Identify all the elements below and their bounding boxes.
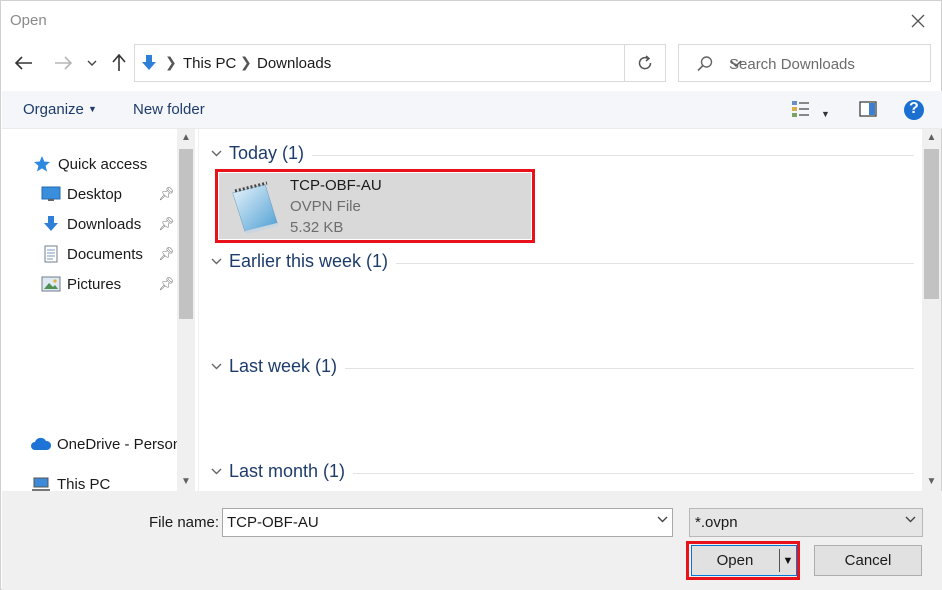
preview-pane-icon: [859, 101, 877, 117]
nav-label: Desktop: [67, 185, 123, 203]
window-title: Open: [10, 12, 47, 29]
group-header-last-month[interactable]: Last month (1): [209, 461, 914, 485]
change-view-button[interactable]: [791, 99, 811, 123]
close-button[interactable]: [903, 7, 933, 35]
search-input[interactable]: [729, 53, 924, 75]
chevron-down-icon[interactable]: [657, 514, 668, 526]
scroll-up-icon[interactable]: ▲: [922, 129, 941, 146]
nav-label: This PC: [57, 475, 111, 492]
new-folder-button[interactable]: New folder: [133, 101, 205, 118]
scroll-down-icon[interactable]: ▼: [922, 473, 941, 490]
download-arrow-icon: [40, 214, 62, 234]
command-bar: Organize ▼ New folder ▼ ?: [2, 91, 942, 129]
help-button[interactable]: ?: [903, 99, 925, 125]
group-header-last-week[interactable]: Last week (1): [209, 356, 914, 380]
open-button-highlight-annotation: [686, 541, 800, 580]
desktop-icon: [40, 184, 62, 204]
nav-scrollbar[interactable]: ▲ ▼: [177, 129, 195, 491]
group-divider: [229, 155, 914, 156]
close-icon: [911, 14, 925, 28]
nav-pictures[interactable]: Pictures: [40, 271, 121, 297]
scrollbar-thumb[interactable]: [924, 149, 939, 299]
address-bar[interactable]: ❯ This PC ❯ Downloads: [134, 44, 742, 82]
pin-icon: 📌︎: [158, 246, 175, 261]
breadcrumb-separator-icon: ❯: [240, 54, 252, 70]
chevron-down-icon: [905, 514, 916, 526]
chevron-down-icon: [209, 146, 223, 160]
scrollbar-thumb[interactable]: [179, 149, 193, 319]
pin-icon: 📌︎: [158, 186, 175, 201]
nav-downloads[interactable]: Downloads: [40, 211, 141, 237]
arrow-left-icon: [15, 56, 32, 70]
view-details-icon: [792, 101, 809, 117]
nav-quick-access[interactable]: Quick access: [31, 151, 147, 177]
nav-label: Pictures: [67, 275, 122, 293]
group-label: Today (1): [229, 143, 313, 164]
forward-button[interactable]: [50, 49, 76, 77]
breadcrumb-downloads[interactable]: Downloads: [257, 55, 331, 72]
content-scrollbar[interactable]: ▲ ▼: [922, 129, 941, 491]
chevron-down-icon: [209, 254, 223, 268]
refresh-button[interactable]: [624, 44, 666, 82]
nav-onedrive[interactable]: OneDrive - Person: [30, 431, 181, 457]
chevron-down-icon: [209, 359, 223, 373]
breadcrumb-separator-icon: ❯: [165, 54, 177, 70]
file-highlight-annotation: [215, 169, 535, 243]
nav-label: Downloads: [67, 215, 142, 233]
group-header-today[interactable]: Today (1): [209, 143, 914, 167]
pictures-icon: [40, 274, 62, 294]
organize-label: Organize: [23, 101, 84, 118]
organize-button[interactable]: Organize ▼: [23, 101, 97, 118]
scroll-down-icon[interactable]: ▼: [177, 473, 195, 490]
navigation-pane: Quick access Desktop 📌︎ Downloads 📌︎ Doc…: [2, 129, 197, 491]
nav-documents[interactable]: Documents: [40, 241, 143, 267]
nav-desktop[interactable]: Desktop: [40, 181, 122, 207]
bottom-panel: File name: *.ovpn Open ▼ Cancel: [2, 491, 942, 590]
back-button[interactable]: [11, 49, 37, 77]
refresh-icon: [638, 55, 652, 70]
search-box[interactable]: [678, 44, 931, 82]
recent-locations-button[interactable]: [81, 49, 103, 77]
document-icon: [40, 244, 62, 264]
file-type-filter-value: *.ovpn: [695, 514, 738, 531]
file-name-combobox[interactable]: [222, 508, 673, 537]
open-file-dialog: Open ❯ This PC ❯ Downloads Search Downlo…: [0, 0, 942, 590]
download-arrow-icon: [140, 54, 158, 76]
cloud-icon: [30, 434, 52, 454]
group-header-earlier-this-week[interactable]: Earlier this week (1): [209, 251, 914, 275]
title-bar: Open: [1, 1, 941, 41]
file-name-input[interactable]: [227, 512, 647, 533]
caret-down-icon: ▼: [88, 104, 97, 114]
pin-icon: 📌︎: [158, 276, 175, 291]
up-button[interactable]: [106, 49, 132, 77]
group-label: Last month (1): [229, 461, 354, 482]
arrow-right-icon: [55, 56, 72, 70]
caret-down-icon: ▼: [821, 109, 830, 119]
computer-icon: [30, 474, 52, 491]
breadcrumb-this-pc[interactable]: This PC: [183, 55, 236, 72]
arrow-up-icon: [112, 54, 126, 71]
view-options-dropdown[interactable]: ▼: [821, 104, 830, 121]
file-type-filter-select[interactable]: *.ovpn: [689, 508, 923, 537]
scroll-up-icon[interactable]: ▲: [177, 129, 195, 146]
chevron-down-icon: [87, 60, 97, 66]
help-label: ?: [909, 100, 919, 117]
chevron-down-icon: [209, 464, 223, 478]
nav-this-pc[interactable]: This PC: [30, 471, 110, 491]
file-name-label: File name:: [149, 514, 220, 531]
group-label: Earlier this week (1): [229, 251, 397, 272]
preview-pane-button[interactable]: [859, 101, 877, 121]
cancel-button[interactable]: Cancel: [814, 545, 922, 576]
nav-label: OneDrive - Person: [57, 435, 182, 453]
nav-label: Quick access: [58, 155, 148, 173]
nav-label: Documents: [67, 245, 143, 263]
pin-icon: 📌︎: [158, 216, 175, 231]
star-icon: [31, 154, 53, 174]
group-label: Last week (1): [229, 356, 346, 377]
search-icon: [696, 55, 714, 77]
